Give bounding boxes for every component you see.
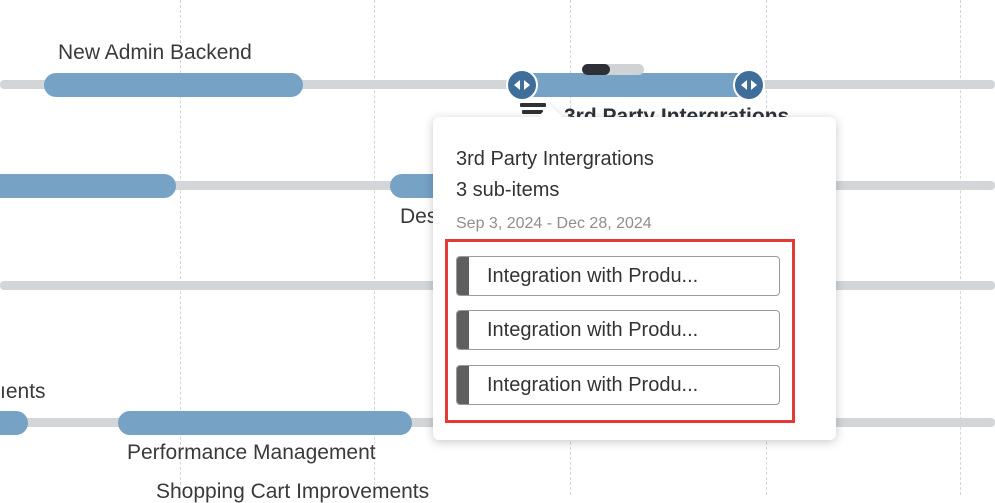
- subitem-button[interactable]: Integration with Produ...: [456, 365, 780, 405]
- tooltip-date-range: Sep 3, 2024 - Dec 28, 2024: [456, 215, 652, 232]
- bar-row2-left[interactable]: [0, 174, 176, 198]
- resize-handle-end[interactable]: [733, 69, 765, 101]
- bar-label-partial: ıents: [0, 380, 46, 403]
- bar-label-new-admin-backend: New Admin Backend: [58, 41, 252, 64]
- item-tooltip: 3rd Party Intergrations 3 sub-items Sep …: [433, 104, 836, 440]
- resize-arrows-icon: [514, 80, 530, 90]
- tooltip-sub-count: 3 sub-items: [456, 179, 560, 201]
- subitem-label: Integration with Produ...: [487, 374, 699, 396]
- bar-label-shopping-cart-improvements: Shopping Cart Improvements: [156, 480, 430, 503]
- subitem-button[interactable]: Integration with Produ...: [456, 310, 780, 350]
- subitem-stripe: [457, 257, 469, 295]
- resize-arrows-icon: [741, 80, 757, 90]
- subitem-stripe: [457, 366, 469, 404]
- progress-bar-3rd-party-integrations: [582, 64, 644, 75]
- tooltip-title: 3rd Party Intergrations: [456, 148, 654, 170]
- bar-row4-left[interactable]: [0, 411, 28, 435]
- resize-handle-start[interactable]: [506, 69, 538, 101]
- bar-new-admin-backend[interactable]: [44, 73, 303, 97]
- subitem-label: Integration with Produ...: [487, 319, 699, 341]
- bar-label-performance-management: Performance Management: [127, 441, 376, 464]
- bar-performance-management[interactable]: [118, 411, 412, 435]
- subitem-label: Integration with Produ...: [487, 265, 699, 287]
- bar-label-design: Des: [400, 205, 438, 228]
- subitem-stripe: [457, 311, 469, 349]
- subitem-button[interactable]: Integration with Produ...: [456, 256, 780, 296]
- bar-3rd-party-integrations[interactable]: [520, 73, 750, 97]
- progress-fill: [582, 64, 610, 75]
